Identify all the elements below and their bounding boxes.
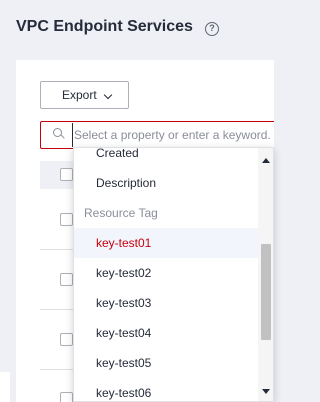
search-input[interactable] [72,123,274,147]
search-icon [53,128,65,139]
dropdown-item-description[interactable]: Description [74,168,259,198]
chevron-down-icon [103,90,113,100]
row-checkbox[interactable] [60,392,73,402]
dropdown-item-tag[interactable]: key-test03 [74,288,259,318]
dropdown-item-created[interactable]: Created [74,148,259,168]
dropdown-item-tag[interactable]: key-test06 [74,378,259,401]
dropdown-scrollbar[interactable] [258,148,273,401]
dropdown-item-tag[interactable]: key-test04 [74,318,259,348]
row-checkbox[interactable] [60,213,73,226]
export-button[interactable]: Export [40,81,129,109]
dropdown-item-tag[interactable]: key-test05 [74,348,259,378]
property-dropdown[interactable]: Created Description Resource Tag key-tes… [73,147,274,402]
caret-down-icon[interactable] [262,389,270,394]
caret-up-icon[interactable] [262,158,270,163]
dropdown-group-resource-tag: Resource Tag [84,206,158,220]
dropdown-item-tag[interactable]: key-test02 [74,258,259,288]
page-title: VPC Endpoint Services [16,18,193,35]
row-checkbox[interactable] [60,273,73,286]
dropdown-item-tag[interactable]: key-test01 [74,228,259,258]
select-all-checkbox[interactable] [60,168,73,181]
scrollbar-thumb[interactable] [261,244,271,340]
help-circle-icon[interactable]: ? [205,22,219,36]
export-button-label: Export [62,88,97,102]
row-checkbox[interactable] [60,333,73,346]
page-header: VPC Endpoint Services ? [0,0,274,60]
bottom-panel-edge [0,372,10,402]
